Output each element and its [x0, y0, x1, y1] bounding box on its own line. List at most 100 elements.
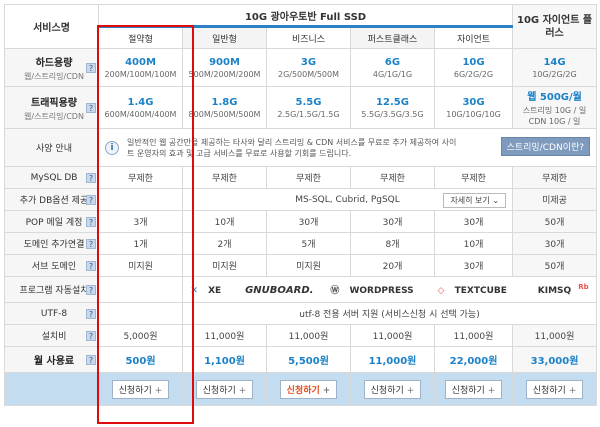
- subdomain-cell: 미지원: [182, 254, 267, 277]
- domain-cell: 5개: [266, 232, 351, 255]
- help-icon[interactable]: ?: [86, 354, 96, 365]
- apply-cell: 신청하기 +: [98, 372, 183, 406]
- utf8-label: UTF-8?: [4, 302, 99, 325]
- db-option-list: MS-SQL, Cubrid, PgSQL 자세히 보기 ⌄: [181, 188, 514, 211]
- plan-tab-giant[interactable]: 자이언트: [433, 25, 514, 49]
- autoinstall-cell: [98, 276, 183, 303]
- monthly-fee-cell: 33,000원: [512, 346, 598, 373]
- traffic-cell: 5.5G 2.5G/1.5G/1.5G: [266, 86, 351, 129]
- help-icon[interactable]: ?: [86, 284, 96, 295]
- traffic-cell: 웹 500G/월 스트리밍 10G / 일 CDN 10G / 일: [512, 86, 598, 129]
- autoinstall-label: 프로그램 자동설치?: [4, 276, 99, 303]
- setup-fee-cell: 11,000원: [266, 324, 351, 347]
- traffic-cell: 12.5G 5.5G/3.5G/3.5G: [350, 86, 435, 129]
- pop-cell: 30개: [433, 210, 514, 233]
- apply-button-giant-plus[interactable]: 신청하기 +: [525, 379, 584, 399]
- mysql-row: MySQL DB? 무제한 무제한 무제한 무제한 무제한 무제한: [4, 166, 598, 189]
- db-detail-button[interactable]: 자세히 보기 ⌄: [443, 193, 507, 208]
- apply-cell: 신청하기 +: [182, 372, 267, 406]
- help-icon[interactable]: ?: [86, 330, 96, 341]
- mysql-label: MySQL DB?: [4, 166, 99, 189]
- plan-tab-standard[interactable]: 일반형: [182, 25, 267, 49]
- disk-label: 하드용량 웹/스트리밍/CDN?: [4, 48, 99, 87]
- utf8-cell: [98, 302, 183, 325]
- ssd-group-title: 10G 광아우토반 Full SSD: [97, 4, 514, 27]
- traffic-cell: 30G 10G/10G/10G: [433, 86, 514, 129]
- help-icon[interactable]: ?: [86, 102, 96, 113]
- mysql-cell: 무제한: [98, 166, 183, 189]
- mysql-cell: 무제한: [512, 166, 598, 189]
- disk-cell: 3G 2G/500M/500M: [266, 48, 351, 87]
- subdomain-cell: 미지원: [98, 254, 183, 277]
- apply-cell: 신청하기 +: [266, 372, 351, 406]
- subdomain-cell: 20개: [350, 254, 435, 277]
- kimsq-logo: KIMSQ Rb: [537, 283, 589, 296]
- pop-cell: 30개: [350, 210, 435, 233]
- domain-cell: 30개: [512, 232, 598, 255]
- subdomain-cell: 30개: [433, 254, 514, 277]
- disk-cell: 6G 4G/1G/1G: [350, 48, 435, 87]
- traffic-cell: 1.8G 800M/500M/500M: [182, 86, 267, 129]
- pop-row: POP 메일 계정? 3개 10개 30개 30개 30개 50개: [4, 210, 598, 233]
- info-icon: i: [105, 140, 119, 155]
- hosting-price-table: 서비스명 10G 광아우토반 Full SSD 10G 자이언트 플러스 절약형…: [0, 0, 600, 427]
- monthly-fee-cell: 1,100원: [182, 346, 267, 373]
- disk-cell: 900M 500M/200M/200M: [182, 48, 267, 87]
- apply-button-giant[interactable]: 신청하기 +: [444, 379, 503, 399]
- setup-fee-cell: 11,000원: [350, 324, 435, 347]
- usage-notice: i 일반적인 웹 공간만을 제공하는 타사와 달리 스트리밍 & CDN 서비스를…: [97, 128, 598, 167]
- traffic-row: 트래픽용량 웹/스트리밍/CDN? 1.4G 600M/400M/400M 1.8G…: [4, 86, 598, 129]
- traffic-cell: 1.4G 600M/400M/400M: [98, 86, 183, 129]
- apply-button-business[interactable]: 신청하기 +: [279, 379, 338, 399]
- mysql-cell: 무제한: [182, 166, 267, 189]
- streaming-cdn-info-button[interactable]: 스트리밍/CDN이란?: [500, 137, 591, 156]
- mysql-cell: 무제한: [266, 166, 351, 189]
- dedicated-plan-title: 10G 자이언트 플러스: [512, 4, 598, 49]
- apply-row-spacer: [4, 372, 99, 406]
- disk-row: 하드용량 웹/스트리밍/CDN? 400M 200M/100M/100M 900M 5…: [4, 48, 598, 87]
- pop-cell: 50개: [512, 210, 598, 233]
- help-icon[interactable]: ?: [86, 216, 96, 227]
- pop-label: POP 메일 계정?: [4, 210, 99, 233]
- help-icon[interactable]: ?: [86, 172, 96, 183]
- setup-fee-label: 설치비?: [4, 324, 99, 347]
- subdomain-cell: 미지원: [266, 254, 351, 277]
- domain-row: 도메인 추가연결? 1개 2개 5개 8개 10개 30개: [4, 232, 598, 255]
- service-name-header: 서비스명: [4, 4, 99, 49]
- xe-logo: ✕ XE: [190, 286, 222, 296]
- plan-tab-saver[interactable]: 절약형: [98, 25, 183, 49]
- usage-label: 사양 안내: [4, 128, 99, 167]
- setup-fee-row: 설치비? 5,000원 11,000원 11,000원 11,000원 11,0…: [4, 324, 598, 347]
- domain-label: 도메인 추가연결?: [4, 232, 99, 255]
- domain-cell: 8개: [350, 232, 435, 255]
- usage-row: 사양 안내 i 일반적인 웹 공간만을 제공하는 타사와 달리 스트리밍 & CD…: [4, 128, 598, 167]
- db-option-label: 추가 DB옵션 제공?: [4, 188, 99, 211]
- gnuboard-logo: GNUBOARD.: [245, 285, 314, 296]
- subdomain-label: 서브 도메인?: [4, 254, 99, 277]
- utf8-row: UTF-8? utf-8 전용 서버 지원 (서비스신청 시 선택 가능): [4, 302, 598, 325]
- db-option-cell: [98, 188, 183, 211]
- disk-cell: 10G 6G/2G/2G: [433, 48, 514, 87]
- help-icon[interactable]: ?: [86, 62, 96, 73]
- utf8-text: utf-8 전용 서버 지원 (서비스신청 시 선택 가능): [181, 302, 598, 325]
- help-icon[interactable]: ?: [86, 308, 96, 319]
- help-icon[interactable]: ?: [86, 260, 96, 271]
- textcube-logo: ◇ TEXTCUBE: [437, 286, 507, 296]
- domain-cell: 1개: [98, 232, 183, 255]
- apply-button-saver[interactable]: 신청하기 +: [111, 379, 170, 399]
- chevron-down-icon: ⌄: [492, 196, 500, 205]
- monthly-fee-cell: 500원: [98, 346, 183, 373]
- help-icon[interactable]: ?: [86, 194, 96, 205]
- setup-fee-cell: 11,000원: [512, 324, 598, 347]
- domain-cell: 2개: [182, 232, 267, 255]
- plan-tab-business[interactable]: 비즈니스: [266, 25, 351, 49]
- apply-button-standard[interactable]: 신청하기 +: [195, 379, 254, 399]
- traffic-label: 트래픽용량 웹/스트리밍/CDN?: [4, 86, 99, 129]
- pop-cell: 10개: [182, 210, 267, 233]
- plan-tab-firstclass[interactable]: 퍼스트클래스: [350, 25, 435, 49]
- apply-button-firstclass[interactable]: 신청하기 +: [363, 379, 422, 399]
- disk-cell: 400M 200M/100M/100M: [98, 48, 183, 87]
- setup-fee-cell: 5,000원: [98, 324, 183, 347]
- help-icon[interactable]: ?: [86, 238, 96, 249]
- apply-row: 신청하기 + 신청하기 + 신청하기 + 신청하기 + 신청하기 + 신청하기 +: [4, 372, 598, 406]
